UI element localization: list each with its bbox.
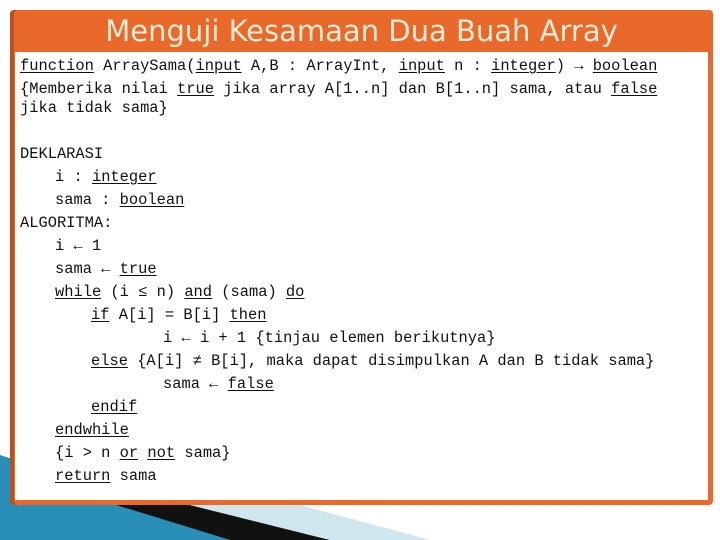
keyword: integer <box>91 168 157 186</box>
code-text: DEKLARASI <box>20 145 104 163</box>
keyword: boolean <box>592 57 658 75</box>
code-line: jika tidak sama} <box>20 99 168 117</box>
code-text: i ← 1 <box>55 237 102 255</box>
keyword: while <box>55 283 102 301</box>
keyword: false <box>611 80 658 98</box>
code-line: if A[i] = B[i] then <box>91 306 267 324</box>
keyword: else <box>91 352 128 370</box>
code-text: sama ← <box>163 375 228 393</box>
code-line: i ← 1 <box>55 237 101 255</box>
code-text: A,B : ArrayInt, <box>241 57 399 75</box>
code-line: endwhile <box>55 421 129 439</box>
keyword: endif <box>91 398 138 416</box>
code-line: {Memberika nilai true jika array A[1..n]… <box>20 80 657 98</box>
slide-title: Menguji Kesamaan Dua Buah Array <box>105 14 618 48</box>
keyword: and <box>184 283 213 301</box>
code-text: A[i] = B[i] <box>109 306 230 324</box>
code-line: while (i ≤ n) and (sama) do <box>55 283 304 301</box>
keyword: or <box>119 444 139 462</box>
code-line: DEKLARASI <box>20 145 103 163</box>
code-line: return sama <box>55 467 157 485</box>
keyword: true <box>177 80 214 98</box>
pseudocode-block: function ArraySama(input A,B : ArrayInt,… <box>15 52 708 500</box>
keyword: do <box>285 283 305 301</box>
code-text: i ← i + 1 {tinjau elemen berikutnya} <box>163 329 496 347</box>
code-text: n : <box>444 57 492 75</box>
code-text: ) → <box>555 57 593 75</box>
keyword: then <box>229 306 267 324</box>
code-text: sama ← <box>55 260 120 278</box>
code-text: {A[i] ≠ B[i], maka dapat disimpulkan A d… <box>127 352 655 370</box>
code-text: i : <box>55 168 92 186</box>
code-text: (sama) <box>212 283 286 301</box>
keyword: not <box>147 444 176 462</box>
code-line: sama ← true <box>55 260 157 278</box>
keyword: true <box>119 260 157 278</box>
code-line: endif <box>91 398 137 416</box>
code-text: ALGORITMA: <box>20 214 113 232</box>
keyword: function <box>20 57 94 75</box>
code-text: (i ≤ n) <box>101 283 185 301</box>
code-line: {i > n or not sama} <box>55 444 231 462</box>
code-line: i ← i + 1 {tinjau elemen berikutnya} <box>163 329 496 347</box>
slide-content: function ArraySama(input A,B : ArrayInt,… <box>15 52 708 500</box>
keyword: integer <box>491 57 556 75</box>
code-text: jika tidak sama} <box>20 99 168 117</box>
keyword: if <box>91 306 110 324</box>
code-text: sama : <box>55 191 120 209</box>
code-text: jika array A[1..n] dan B[1..n] sama, ata… <box>213 80 612 98</box>
code-text: sama} <box>175 444 231 462</box>
keyword: false <box>227 375 274 393</box>
keyword: endwhile <box>55 421 129 439</box>
keyword: return <box>55 467 111 485</box>
code-text: ArraySama( <box>93 57 196 75</box>
code-line: ALGORITMA: <box>20 214 112 232</box>
code-text: {Memberika nilai <box>20 80 178 98</box>
code-text: {i > n <box>55 444 120 462</box>
keyword: input <box>195 57 242 75</box>
code-text: sama <box>110 467 157 485</box>
code-line: function ArraySama(input A,B : ArrayInt,… <box>20 57 657 75</box>
code-line: else {A[i] ≠ B[i], maka dapat disimpulka… <box>91 352 654 370</box>
code-line: i : integer <box>55 168 157 186</box>
keyword: boolean <box>119 191 185 209</box>
keyword: input <box>398 57 445 75</box>
code-line: sama : boolean <box>55 191 184 209</box>
code-line: sama ← false <box>163 375 274 393</box>
